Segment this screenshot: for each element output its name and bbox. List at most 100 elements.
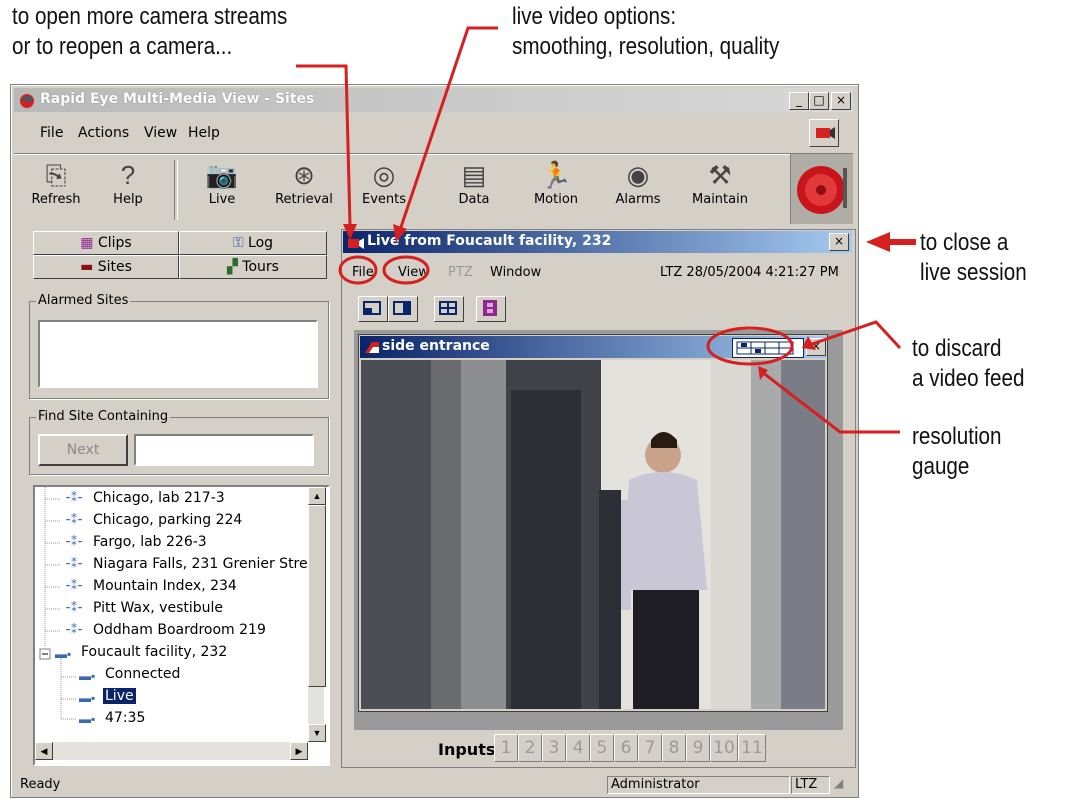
- close-window-button[interactable]: ×: [831, 92, 851, 110]
- maintain-button[interactable]: ⚒ Maintain: [678, 158, 762, 220]
- input-button[interactable]: 11: [738, 734, 766, 762]
- input-button[interactable]: 9: [686, 734, 710, 762]
- data-button[interactable]: ▤ Data: [432, 158, 516, 220]
- main-window: Rapid Eye Multi-Media View - Sites _ □ ×…: [10, 84, 859, 798]
- retrieval-label: Retrieval: [275, 192, 333, 207]
- input-button[interactable]: 4: [566, 734, 590, 762]
- tree-item[interactable]: Oddham Boardroom 219: [93, 622, 266, 638]
- tree-item[interactable]: Chicago, parking 224: [93, 512, 242, 528]
- layout-quad-icon: [439, 301, 457, 315]
- title-bar: Rapid Eye Multi-Media View - Sites _ □ ×: [14, 88, 853, 112]
- site-icon: ⁃⁑⁃: [65, 557, 83, 571]
- maximize-button[interactable]: □: [809, 92, 829, 110]
- live-session-panel: Live from Foucault facility, 232 × File …: [341, 229, 856, 768]
- annotation-resolution-gauge: resolution gauge: [912, 423, 1002, 480]
- input-button[interactable]: 2: [518, 734, 542, 762]
- annotation-open-streams: to open more camera streams or to reopen…: [12, 3, 288, 60]
- scroll-thumb[interactable]: [308, 505, 326, 687]
- resize-grip-icon[interactable]: ◢: [834, 776, 843, 790]
- input-button[interactable]: 10: [710, 734, 738, 762]
- live-session-title: Live from Foucault facility, 232: [367, 233, 612, 249]
- tree-horizontal-scrollbar[interactable]: ◀ ▶: [35, 742, 308, 760]
- tree-item[interactable]: Niagara Falls, 231 Grenier Stre: [93, 556, 308, 572]
- sites-tree[interactable]: ⁃⁑⁃ Chicago, lab 217-3 ⁃⁑⁃ Chicago, park…: [33, 485, 330, 766]
- tree-item[interactable]: Connected: [105, 666, 180, 682]
- input-button[interactable]: 5: [590, 734, 614, 762]
- menu-actions[interactable]: Actions: [78, 125, 129, 141]
- data-label: Data: [458, 192, 490, 207]
- camera-image: [361, 360, 825, 709]
- connection-icon: ▬▪: [79, 691, 96, 705]
- help-label: Help: [113, 192, 143, 207]
- layout-full-button[interactable]: [388, 296, 418, 322]
- find-site-input[interactable]: [134, 434, 314, 466]
- tree-item[interactable]: Chicago, lab 217-3: [93, 490, 225, 506]
- tree-item-selected[interactable]: Live: [103, 688, 136, 704]
- live-menu-window[interactable]: Window: [490, 265, 541, 280]
- scroll-left-icon[interactable]: ◀: [35, 742, 53, 760]
- tree-vertical-scrollbar[interactable]: ▲ ▼: [308, 487, 326, 742]
- tree-item[interactable]: Mountain Index, 234: [93, 578, 237, 594]
- live-session-titlebar: Live from Foucault facility, 232 ×: [343, 231, 852, 253]
- layout-quad-button[interactable]: [434, 296, 464, 322]
- close-live-session-button[interactable]: ×: [829, 233, 849, 251]
- alarms-icon: ◉: [626, 160, 650, 190]
- input-button[interactable]: 1: [494, 734, 518, 762]
- clips-icon: ▦: [80, 235, 98, 251]
- menu-file[interactable]: File: [40, 125, 63, 141]
- alarmed-sites-list[interactable]: [38, 320, 318, 388]
- alarm-bell-button[interactable]: [790, 154, 853, 224]
- motion-button[interactable]: 🏃 Motion: [514, 158, 598, 220]
- events-button[interactable]: ◎ Events: [342, 158, 426, 220]
- next-button-label: Next: [66, 442, 100, 458]
- site-icon: ⁃⁑⁃: [65, 491, 83, 505]
- tab-sites-label: Sites: [97, 259, 132, 275]
- tab-log[interactable]: ⚿ Log: [179, 231, 327, 255]
- resolution-gauge[interactable]: [732, 338, 804, 358]
- input-button[interactable]: 8: [662, 734, 686, 762]
- input-button[interactable]: 6: [614, 734, 638, 762]
- input-button[interactable]: 3: [542, 734, 566, 762]
- scroll-right-icon[interactable]: ▶: [290, 742, 308, 760]
- connection-icon: ▬▪: [79, 712, 96, 726]
- live-menu-file[interactable]: File: [352, 265, 374, 280]
- status-ready: Ready: [20, 777, 61, 792]
- tree-item[interactable]: Fargo, lab 226-3: [93, 534, 207, 550]
- events-icon: ◎: [372, 160, 396, 190]
- menu-view[interactable]: View: [144, 125, 177, 141]
- layout-film-button[interactable]: [476, 296, 506, 322]
- tree-item[interactable]: Foucault facility, 232: [81, 644, 227, 660]
- scroll-down-icon[interactable]: ▼: [308, 724, 326, 742]
- scroll-up-icon[interactable]: ▲: [308, 487, 326, 505]
- input-button[interactable]: 7: [638, 734, 662, 762]
- tab-tours[interactable]: ▞ Tours: [179, 255, 327, 279]
- live-menu-ptz[interactable]: PTZ: [448, 265, 473, 280]
- live-timestamp: LTZ 28/05/2004 4:21:27 PM: [660, 265, 839, 280]
- annotation-discard-feed: to discard a video feed: [912, 335, 1025, 392]
- next-button[interactable]: Next: [38, 434, 128, 466]
- tab-clips[interactable]: ▦ Clips: [33, 231, 179, 255]
- live-menu-view[interactable]: View: [398, 265, 429, 280]
- motion-label: Motion: [533, 192, 579, 207]
- minimize-button[interactable]: _: [789, 92, 809, 110]
- camera-icon: 📷: [205, 160, 239, 190]
- tree-item[interactable]: Pitt Wax, vestibule: [93, 600, 223, 616]
- site-icon: ⁃⁑⁃: [65, 535, 83, 549]
- menu-help[interactable]: Help: [188, 125, 220, 141]
- toolbar: ⎘ Refresh ? Help 📷 Live ⊛ Retrieval ◎ Ev…: [14, 153, 853, 226]
- annotation-live-options: live video options: smoothing, resolutio…: [512, 3, 780, 60]
- tree-item[interactable]: 47:35: [105, 710, 145, 726]
- help-button[interactable]: ? Help: [86, 158, 170, 220]
- layout-single-button[interactable]: [358, 296, 388, 322]
- video-feed-title: side entrance: [382, 338, 490, 354]
- retrieval-button[interactable]: ⊛ Retrieval: [262, 158, 346, 220]
- alarms-button[interactable]: ◉ Alarms: [596, 158, 680, 220]
- alarmed-sites-label: Alarmed Sites: [36, 293, 131, 308]
- status-bar: Ready Administrator LTZ ◢: [14, 774, 853, 794]
- site-connected-icon: ▬▪: [55, 647, 72, 661]
- camera-open-icon[interactable]: [809, 119, 839, 147]
- discard-feed-button[interactable]: ×: [806, 338, 826, 356]
- live-button[interactable]: 📷 Live: [180, 158, 264, 220]
- tab-sites[interactable]: ▬ Sites: [33, 255, 179, 279]
- alarmed-sites-group: Alarmed Sites: [29, 293, 329, 399]
